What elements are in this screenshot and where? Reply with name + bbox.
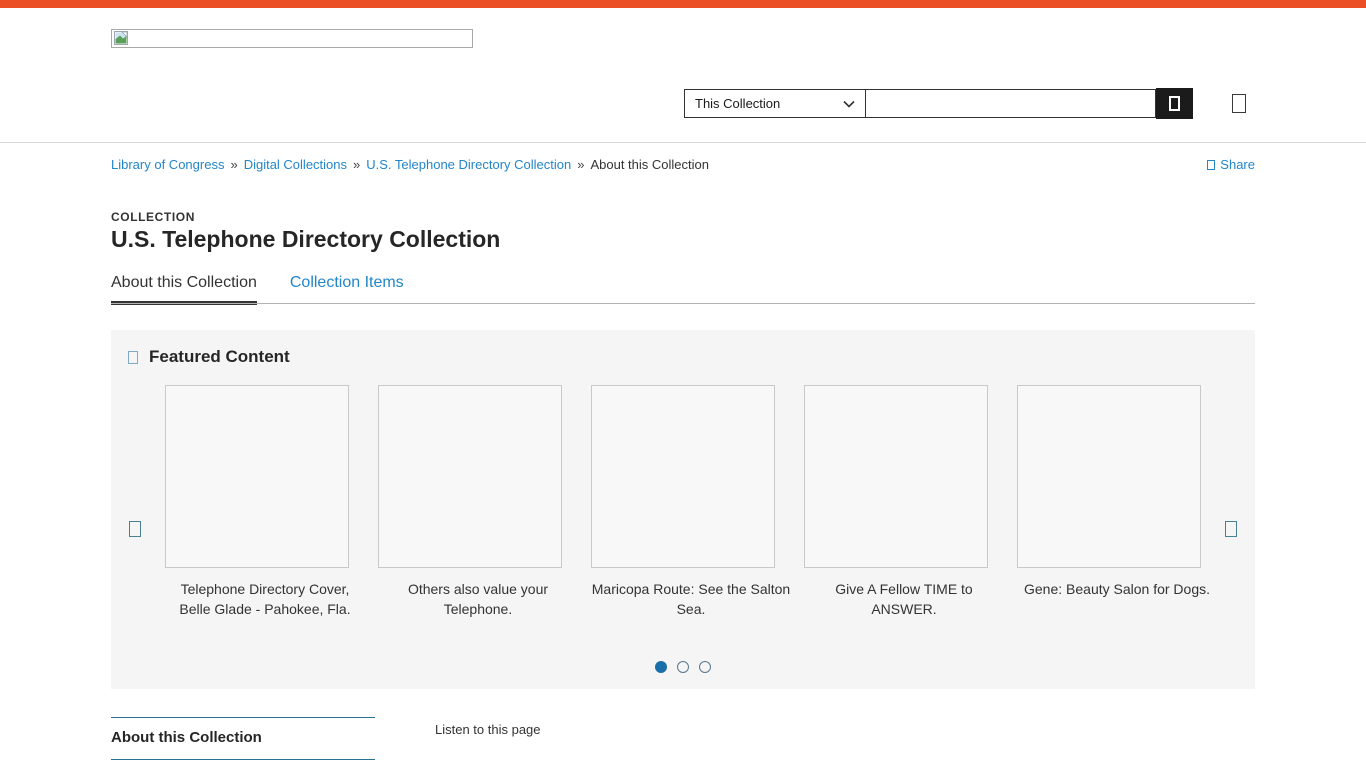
share-label: Share (1220, 157, 1255, 172)
card-caption: Others also value your Telephone. (378, 579, 578, 619)
search-input[interactable] (866, 89, 1156, 118)
tab-collection-items[interactable]: Collection Items (290, 274, 404, 305)
header-search: This Collection (684, 89, 1193, 119)
tabs-divider (111, 303, 1255, 304)
carousel-dot-2[interactable] (677, 661, 689, 673)
loc-logo-broken-image[interactable] (111, 29, 473, 48)
carousel-next-button[interactable] (1225, 521, 1237, 540)
card-image-placeholder (1017, 385, 1201, 568)
next-arrow-icon (1225, 521, 1237, 537)
featured-content-header: Featured Content (128, 347, 290, 367)
breadcrumb-link-digital-collections[interactable]: Digital Collections (244, 157, 347, 172)
featured-card[interactable]: Gene: Beauty Salon for Dogs. (1017, 385, 1201, 619)
card-image-placeholder (378, 385, 562, 568)
menu-icon (1232, 94, 1246, 113)
collection-tabs: About this Collection Collection Items (111, 274, 404, 305)
featured-content-heading: Featured Content (149, 347, 290, 367)
page-side-nav: About this Collection (111, 717, 375, 760)
search-icon (1169, 96, 1180, 111)
card-image-placeholder (165, 385, 349, 568)
breadcrumb-link-library-of-congress[interactable]: Library of Congress (111, 157, 224, 172)
featured-content-section: Featured Content Telephone Directory Cov… (111, 330, 1255, 689)
share-icon (1207, 160, 1215, 170)
page-title: U.S. Telephone Directory Collection (111, 226, 500, 253)
carousel-pagination (111, 661, 1255, 673)
card-image-placeholder (804, 385, 988, 568)
search-scope-select[interactable]: This Collection (684, 89, 866, 118)
menu-button[interactable] (1231, 94, 1247, 115)
search-button[interactable] (1156, 88, 1193, 119)
featured-card[interactable]: Telephone Directory Cover, Belle Glade -… (165, 385, 349, 619)
broken-image-icon (114, 31, 128, 45)
share-button[interactable]: Share (1207, 157, 1255, 172)
featured-card[interactable]: Others also value your Telephone. (378, 385, 562, 619)
carousel-dot-1[interactable] (655, 661, 667, 673)
featured-card[interactable]: Maricopa Route: See the Salton Sea. (591, 385, 775, 619)
gallery-icon (128, 351, 138, 364)
carousel-dot-3[interactable] (699, 661, 711, 673)
breadcrumb-separator: » (353, 157, 360, 172)
breadcrumb: Library of Congress » Digital Collection… (111, 157, 1255, 172)
featured-cards: Telephone Directory Cover, Belle Glade -… (111, 385, 1255, 619)
card-image-placeholder (591, 385, 775, 568)
breadcrumb-separator: » (230, 157, 237, 172)
card-caption: Maricopa Route: See the Salton Sea. (591, 579, 791, 619)
breadcrumb-separator: » (577, 157, 584, 172)
side-nav-item-about[interactable]: About this Collection (111, 729, 375, 746)
tab-about-this-collection[interactable]: About this Collection (111, 274, 257, 305)
card-caption: Gene: Beauty Salon for Dogs. (1017, 579, 1217, 599)
breadcrumb-current-page: About this Collection (590, 157, 709, 172)
top-accent-bar (0, 0, 1366, 8)
collection-kicker: COLLECTION (111, 210, 195, 224)
card-caption: Telephone Directory Cover, Belle Glade -… (165, 579, 365, 619)
breadcrumb-link-collection[interactable]: U.S. Telephone Directory Collection (366, 157, 571, 172)
search-scope-value: This Collection (695, 96, 780, 111)
card-caption: Give A Fellow TIME to ANSWER. (804, 579, 1004, 619)
chevron-down-icon (843, 100, 855, 108)
site-header: This Collection (0, 8, 1366, 143)
listen-to-page-button[interactable]: Listen to this page (435, 722, 541, 737)
featured-card[interactable]: Give A Fellow TIME to ANSWER. (804, 385, 988, 619)
